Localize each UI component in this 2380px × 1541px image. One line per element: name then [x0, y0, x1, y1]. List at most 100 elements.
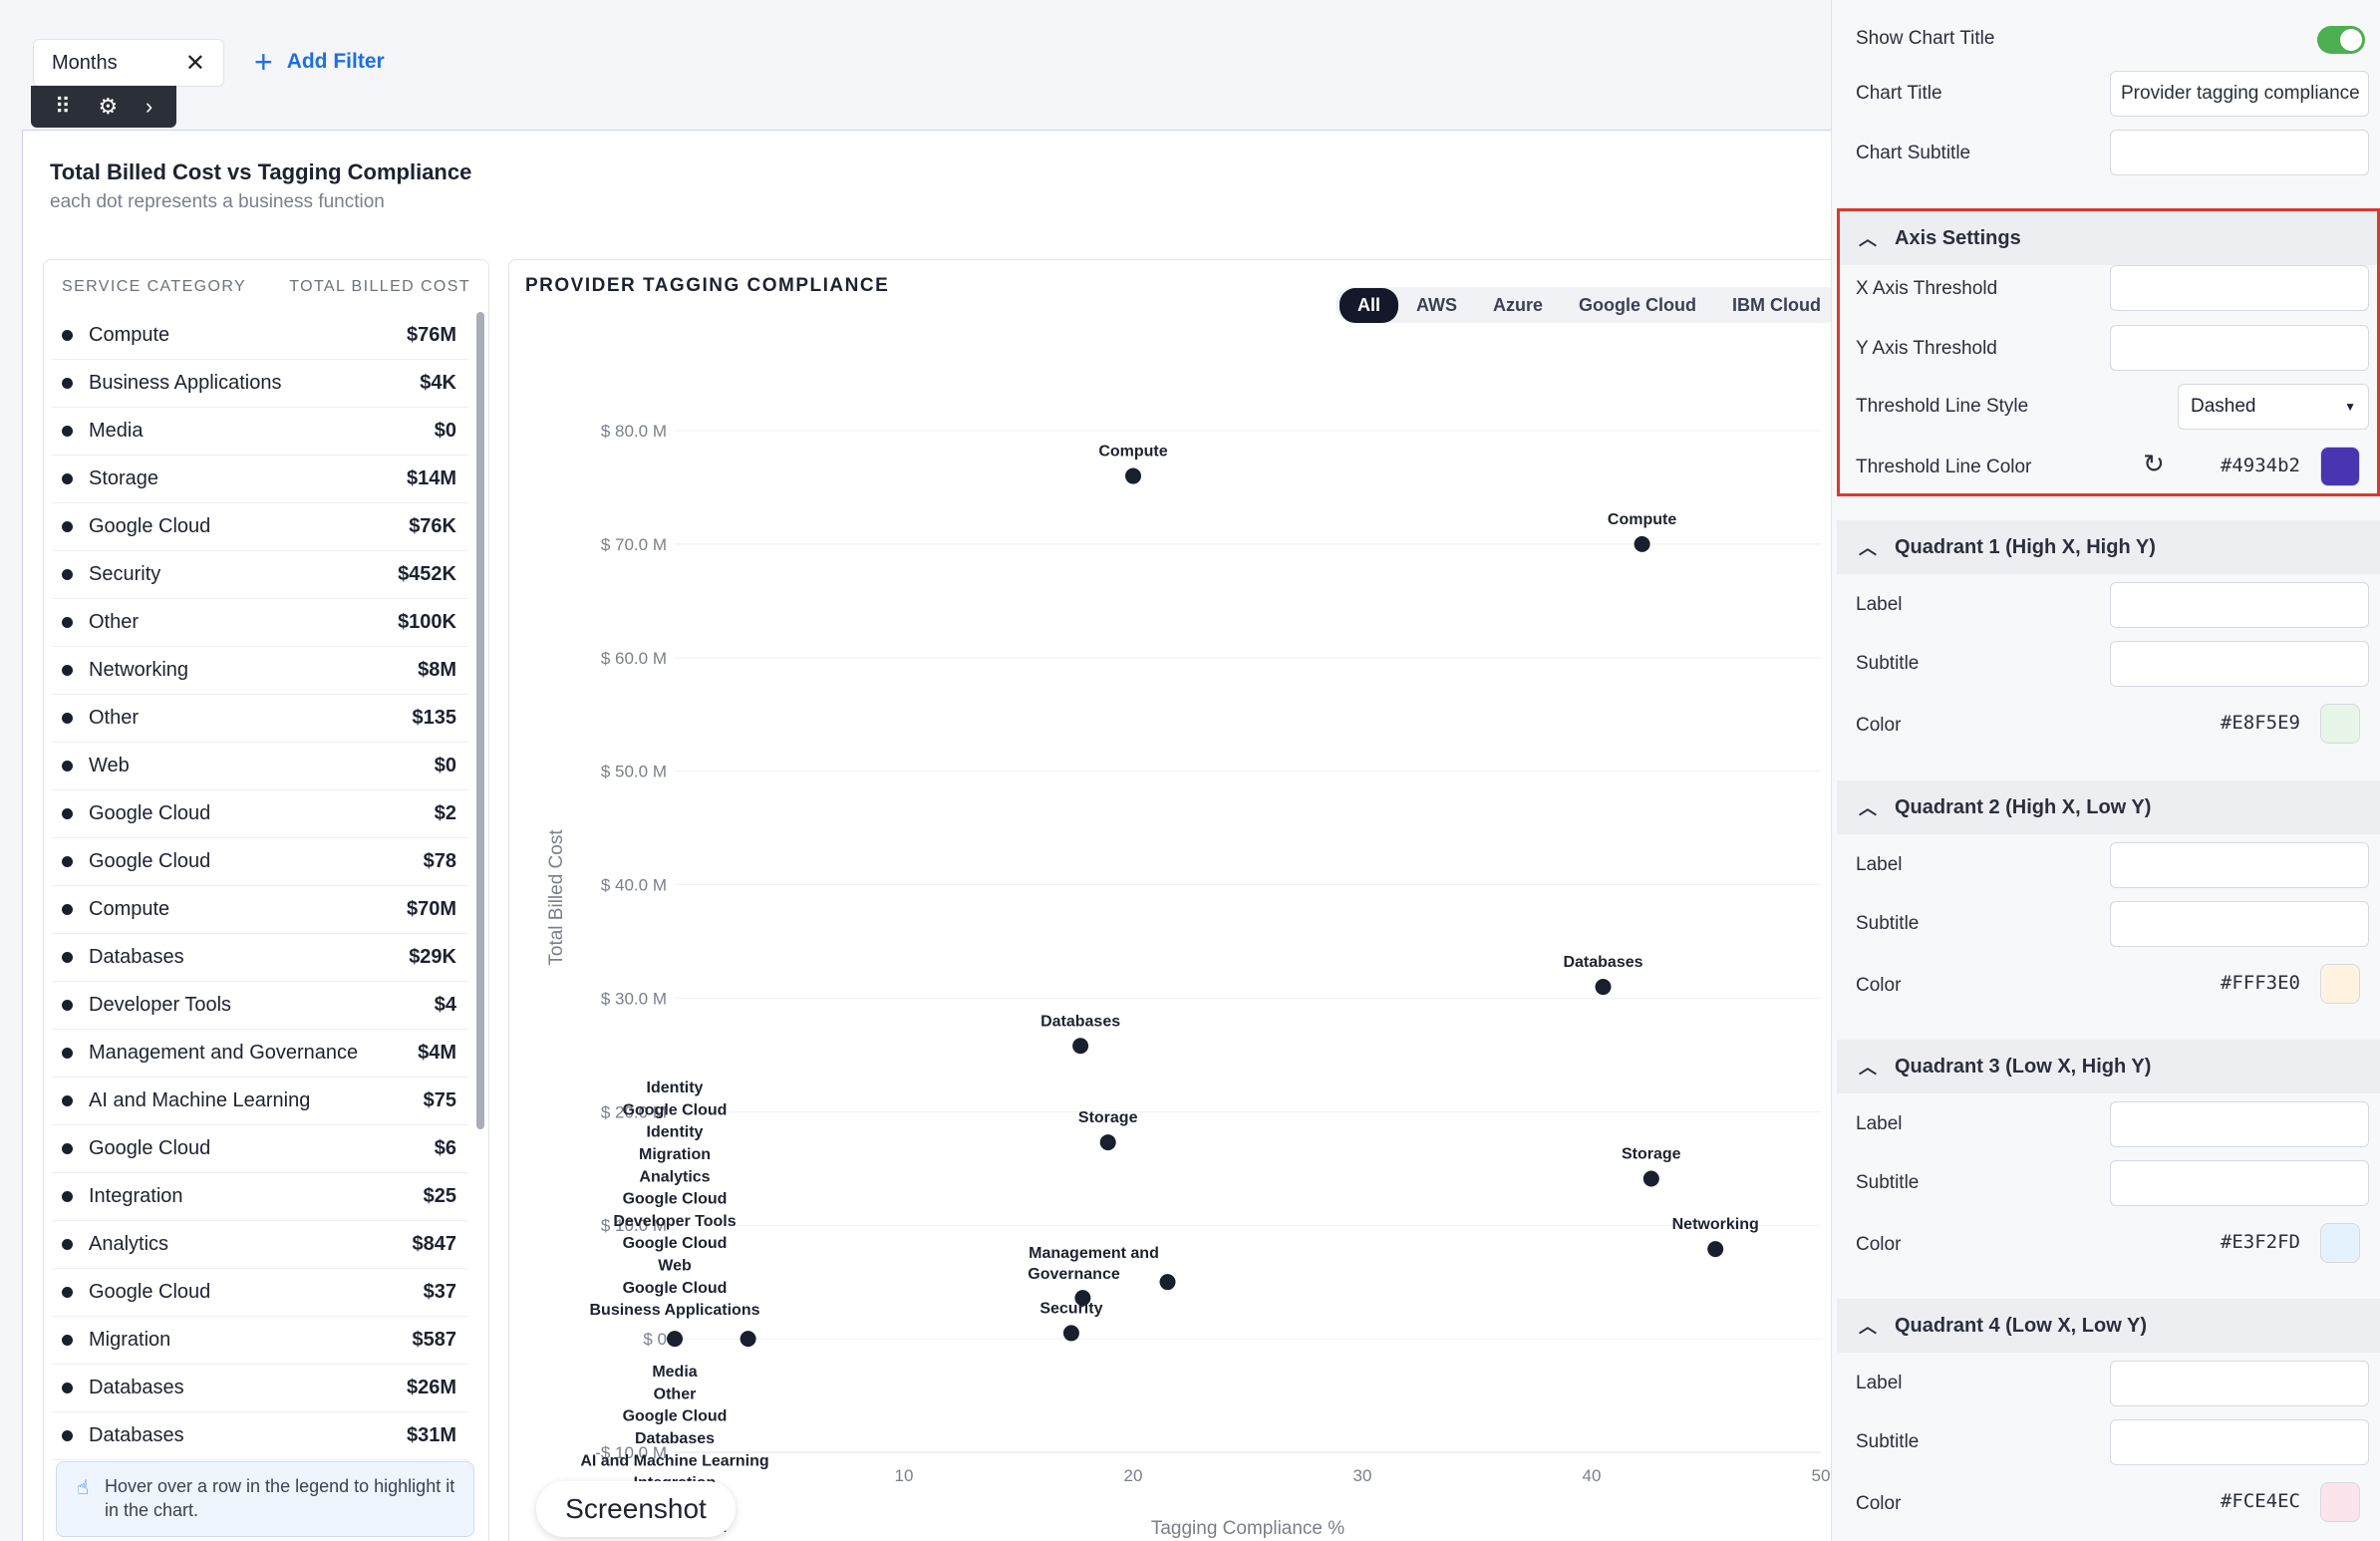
tab-ibm-cloud[interactable]: IBM Cloud [1714, 288, 1839, 323]
legend-row[interactable]: Networking $8M [52, 647, 468, 695]
q1-color-hex: #E8F5E9 [2220, 712, 2300, 734]
provider-filter-tabs: All AWS Azure Google Cloud IBM Cloud [1336, 287, 1844, 323]
q2-color-swatch[interactable] [2320, 964, 2360, 1004]
legend-row-label: Databases [89, 946, 184, 968]
y-tick-label: $ 30.0 M [601, 989, 667, 1008]
legend-row[interactable]: Databases $31M [52, 1412, 468, 1460]
legend-row-value: $100K [398, 611, 456, 633]
q4-color-swatch[interactable] [2320, 1482, 2360, 1522]
legend-row[interactable]: AI and Machine Learning $75 [52, 1078, 468, 1125]
data-point [1099, 1134, 1116, 1151]
q2-title: Quadrant 2 (High X, Low Y) [1895, 795, 2152, 818]
point-label: Networking [1672, 1216, 1759, 1233]
legend-row-label: AI and Machine Learning [89, 1089, 311, 1111]
data-point [1595, 979, 1612, 996]
legend-row[interactable]: Google Cloud $6 [52, 1125, 468, 1173]
legend-row[interactable]: Databases $29K [52, 934, 468, 982]
legend-scrollbar[interactable] [476, 312, 484, 1129]
data-point [1159, 1274, 1176, 1291]
legend-dot [62, 1048, 73, 1059]
legend-row[interactable]: Google Cloud $2 [52, 790, 468, 838]
x-tick-label: 10 [895, 1466, 914, 1485]
q3-label-input[interactable] [2110, 1101, 2369, 1147]
q4-section-header[interactable]: ︿ Quadrant 4 (Low X, Low Y) [1837, 1299, 2380, 1353]
gear-icon[interactable]: ⚙ [99, 94, 119, 120]
q2-subtitle-input[interactable] [2110, 901, 2369, 947]
q1-label-input[interactable] [2110, 582, 2369, 628]
legend-row-label: Management and Governance [89, 1042, 359, 1064]
y-tick-label: $ 80.0 M [601, 422, 667, 441]
plot-title: PROVIDER TAGGING COMPLIANCE [525, 275, 890, 296]
legend-row[interactable]: Analytics $847 [52, 1221, 468, 1269]
legend-row-label: Other [89, 707, 140, 729]
close-icon[interactable]: ✕ [185, 49, 205, 78]
point-label: Databases [1041, 1013, 1120, 1030]
drag-handle-icon[interactable]: ⠿ [55, 94, 71, 120]
legend-header: SERVICE CATEGORY TOTAL BILLED COST [62, 278, 470, 296]
legend-row-label: Google Cloud [89, 1137, 211, 1159]
q4-color-label: Color [1856, 1493, 1902, 1514]
months-filter-chip[interactable]: Months ✕ [33, 39, 224, 87]
legend-dot [62, 617, 73, 628]
show-chart-title-toggle[interactable] [2317, 26, 2365, 54]
legend-hint: ☝ Hover over a row in the legend to high… [56, 1461, 474, 1537]
point-label: Google Cloud [623, 1235, 728, 1252]
q1-subtitle-input[interactable] [2110, 641, 2369, 687]
q3-subtitle-input[interactable] [2110, 1160, 2369, 1206]
legend-row-value: $135 [412, 707, 457, 729]
legend-row[interactable]: Migration $587 [52, 1317, 468, 1365]
legend-row-label: Migration [89, 1329, 171, 1351]
legend-row-value: $75 [423, 1089, 456, 1111]
data-point [667, 1331, 683, 1348]
legend-row[interactable]: Storage $14M [52, 456, 468, 503]
add-filter-button[interactable]: + Add Filter [254, 46, 385, 78]
point-label: Developer Tools [613, 1213, 736, 1230]
legend-dot [62, 1430, 73, 1441]
legend-row[interactable]: Compute $70M [52, 886, 468, 934]
legend-row[interactable]: Google Cloud $78 [52, 838, 468, 886]
legend-row[interactable]: Business Applications $4K [52, 360, 468, 408]
chart-title-input[interactable]: Provider tagging compliance [2110, 71, 2369, 117]
chevron-right-icon[interactable]: › [146, 94, 152, 120]
legend-row-value: $26M [406, 1377, 456, 1398]
point-label: Other [654, 1386, 697, 1402]
point-label: Google Cloud [623, 1280, 728, 1297]
legend-dot [62, 808, 73, 819]
legend-row[interactable]: Management and Governance $4M [52, 1030, 468, 1078]
point-label: Google Cloud [623, 1408, 728, 1425]
legend-row[interactable]: Compute $76M [52, 312, 468, 360]
y-tick-label: $ 0 [643, 1330, 667, 1349]
legend-row[interactable]: Integration $25 [52, 1173, 468, 1221]
tab-azure[interactable]: Azure [1475, 288, 1561, 323]
legend-row[interactable]: Security $452K [52, 551, 468, 599]
chart-subtitle-input[interactable] [2110, 130, 2369, 175]
legend-row-value: $4 [434, 994, 456, 1016]
legend-row[interactable]: Developer Tools $4 [52, 982, 468, 1030]
q1-section-header[interactable]: ︿ Quadrant 1 (High X, High Y) [1837, 520, 2380, 574]
q3-section-header[interactable]: ︿ Quadrant 3 (Low X, High Y) [1837, 1040, 2380, 1093]
point-label: Compute [1608, 511, 1676, 528]
tab-aws[interactable]: AWS [1398, 288, 1475, 323]
legend-row[interactable]: Databases $26M [52, 1365, 468, 1412]
point-label: Google Cloud [623, 1191, 728, 1208]
legend-row[interactable]: Google Cloud $76K [52, 503, 468, 551]
q2-section-header[interactable]: ︿ Quadrant 2 (High X, Low Y) [1837, 780, 2380, 834]
q3-color-label: Color [1856, 1234, 1902, 1255]
tab-all[interactable]: All [1339, 287, 1399, 323]
legend-row[interactable]: Other $135 [52, 695, 468, 743]
legend-row[interactable]: Media $0 [52, 408, 468, 456]
widget-toolbar: ⠿ ⚙ › [31, 86, 176, 128]
legend-row[interactable]: Other $100K [52, 599, 468, 647]
legend-row[interactable]: Web $0 [52, 743, 468, 790]
q4-subtitle-input[interactable] [2110, 1419, 2369, 1465]
scatter-chart: $ 80.0 M $ 70.0 M $ 60.0 M $ 50.0 M $ 40.0 M… [546, 422, 1830, 1539]
screenshot-tooltip: Screenshot [536, 1481, 736, 1537]
q3-color-swatch[interactable] [2320, 1223, 2360, 1263]
card-subtitle: each dot represents a business function [50, 191, 385, 212]
tab-google-cloud[interactable]: Google Cloud [1561, 288, 1714, 323]
q2-label-input[interactable] [2110, 842, 2369, 888]
q1-color-swatch[interactable] [2320, 704, 2360, 744]
legend-row[interactable]: Google Cloud $37 [52, 1269, 468, 1317]
legend-row-value: $78 [423, 850, 456, 872]
q4-label-input[interactable] [2110, 1361, 2369, 1406]
